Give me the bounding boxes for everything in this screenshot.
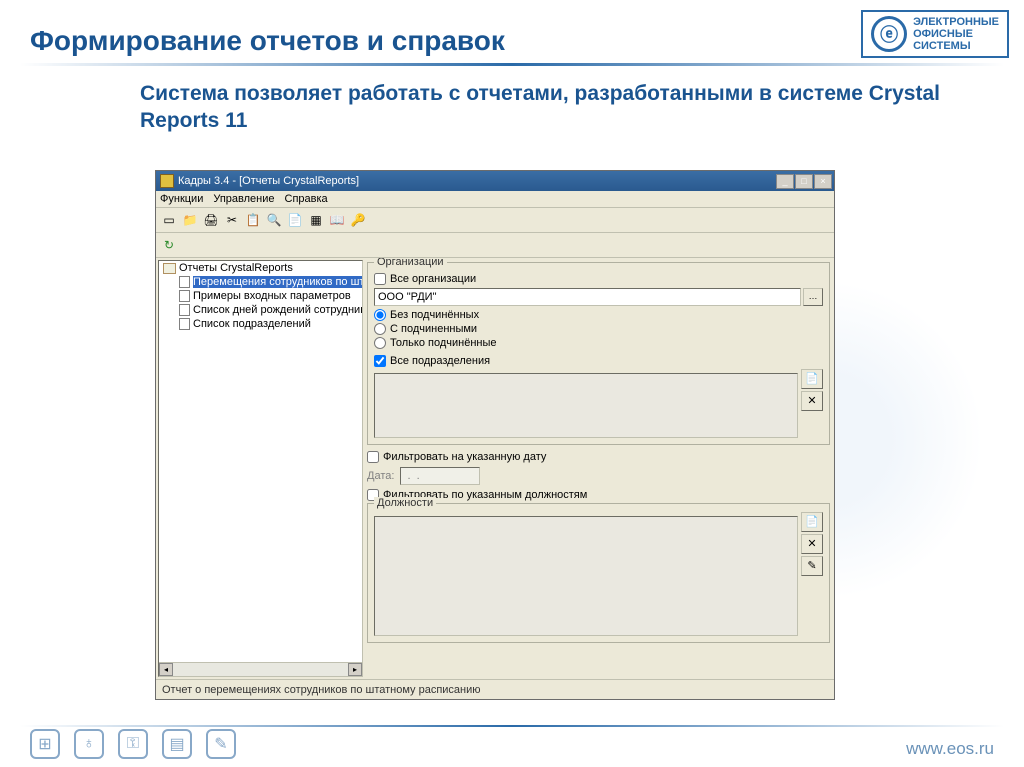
refresh-icon[interactable]: ↻ (160, 236, 178, 254)
footer-key-icon: ⚿ (118, 729, 148, 759)
header-divider (20, 63, 1004, 66)
depts-listbox[interactable] (374, 373, 798, 438)
footer-calc-icon: ⊞ (30, 729, 60, 759)
tool-grid-icon[interactable]: ▦ (307, 211, 325, 229)
statusbar: Отчет о перемещениях сотрудников по штат… (156, 679, 834, 699)
slide-title: Формирование отчетов и справок (30, 10, 505, 57)
footer-url: www.eos.ru (906, 739, 994, 759)
all-orgs-label: Все организации (390, 273, 476, 285)
radio-only-sub[interactable] (374, 337, 386, 349)
positions-listbox[interactable] (374, 516, 798, 636)
doc-icon (179, 318, 190, 330)
tool-book-icon[interactable]: 📖 (328, 211, 346, 229)
report-form: Организации Все организации … Без подчин… (363, 258, 834, 679)
report-tree[interactable]: Отчеты CrystalReports Перемещения сотруд… (158, 260, 363, 677)
scroll-left-icon[interactable]: ◂ (159, 663, 173, 676)
dept-add-button[interactable]: 📄 (801, 369, 823, 389)
date-label: Дата: (367, 470, 394, 482)
menubar: Функции Управление Справка (156, 191, 834, 208)
window-title: Кадры 3.4 - [Отчеты CrystalReports] (178, 175, 359, 187)
doc-icon (179, 304, 190, 316)
org-input[interactable] (374, 288, 801, 306)
tree-item[interactable]: Список дней рождений сотрудников с вы (159, 303, 362, 317)
menu-management[interactable]: Управление (213, 193, 274, 205)
tool-search-icon[interactable]: 🔍 (265, 211, 283, 229)
scroll-right-icon[interactable]: ▸ (348, 663, 362, 676)
tool-folder-icon[interactable]: 📁 (181, 211, 199, 229)
tool-cut-icon[interactable]: ✂ (223, 211, 241, 229)
radio-with-sub[interactable] (374, 323, 386, 335)
toolbar-secondary: ↻ (156, 233, 834, 258)
org-groupbox: Организации Все организации … Без подчин… (367, 262, 830, 445)
toolbar: ▭ 📁 🖨 ✂ 📋 🔍 📄 ▦ 📖 🔑 (156, 208, 834, 233)
pos-extra-button[interactable]: ✎ (801, 556, 823, 576)
brand-logo: ⓔ ЭЛЕКТРОННЫЕ ОФИСНЫЕ СИСТЕМЫ (861, 10, 1009, 58)
tree-root-node[interactable]: Отчеты CrystalReports (159, 261, 362, 275)
app-icon (160, 174, 174, 188)
folder-icon (163, 263, 176, 274)
positions-legend: Должности (374, 497, 436, 509)
tree-item[interactable]: Примеры входных параметров (159, 289, 362, 303)
tool-key-icon[interactable]: 🔑 (349, 211, 367, 229)
tree-item[interactable]: Перемещения сотрудников по штатному (159, 275, 362, 289)
positions-groupbox: Должности 📄 ✕ ✎ (367, 503, 830, 643)
filter-date-checkbox[interactable] (367, 451, 379, 463)
tree-item[interactable]: Список подразделений (159, 317, 362, 331)
footer-pen-icon: ✎ (206, 729, 236, 759)
doc-icon (179, 290, 190, 302)
doc-icon (179, 276, 190, 288)
dept-remove-button[interactable]: ✕ (801, 391, 823, 411)
close-button[interactable]: × (814, 174, 832, 189)
footer-icons: ⊞ ♁ ⚿ ▤ ✎ (30, 729, 236, 759)
all-depts-checkbox[interactable] (374, 355, 386, 367)
pos-add-button[interactable]: 📄 (801, 512, 823, 532)
all-orgs-checkbox[interactable] (374, 273, 386, 285)
footer-tree-icon: ♁ (74, 729, 104, 759)
radio-no-sub[interactable] (374, 309, 386, 321)
org-browse-button[interactable]: … (803, 288, 823, 306)
tool-paste-icon[interactable]: 📋 (244, 211, 262, 229)
date-input[interactable] (400, 467, 480, 485)
tool-doc-icon[interactable]: 📄 (286, 211, 304, 229)
menu-help[interactable]: Справка (285, 193, 328, 205)
minimize-button[interactable]: _ (776, 174, 794, 189)
org-legend: Организации (374, 258, 447, 268)
maximize-button[interactable]: □ (795, 174, 813, 189)
footer-doc-icon: ▤ (162, 729, 192, 759)
tree-scrollbar[interactable]: ◂ ▸ (159, 662, 362, 676)
menu-functions[interactable]: Функции (160, 193, 203, 205)
pos-remove-button[interactable]: ✕ (801, 534, 823, 554)
titlebar: Кадры 3.4 - [Отчеты CrystalReports] _ □ … (156, 171, 834, 191)
tool-print-icon[interactable]: 🖨 (202, 211, 220, 229)
app-window: Кадры 3.4 - [Отчеты CrystalReports] _ □ … (155, 170, 835, 700)
logo-icon: ⓔ (871, 16, 907, 52)
slide-subtitle: Система позволяет работать с отчетами, р… (140, 81, 984, 134)
tool-card-icon[interactable]: ▭ (160, 211, 178, 229)
